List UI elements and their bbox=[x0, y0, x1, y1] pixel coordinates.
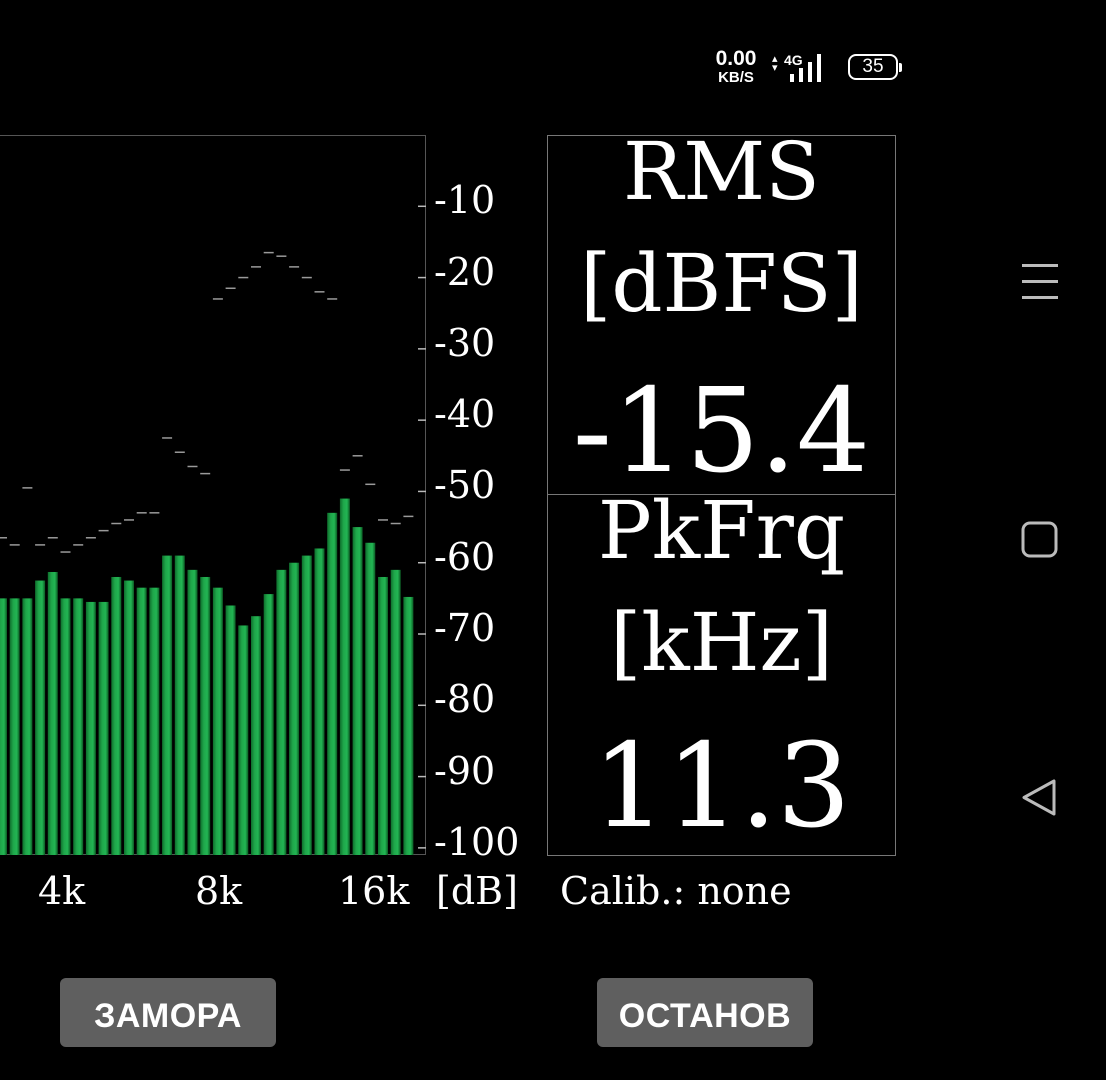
spectrum-bar bbox=[149, 587, 160, 855]
status-bar: 0.00 KB/S ▴ ▾ 4G 35 bbox=[700, 48, 920, 94]
spectrum-bar bbox=[225, 605, 236, 855]
pkfrq-value: 11.3 bbox=[592, 719, 851, 854]
spectrum-bar bbox=[47, 571, 58, 855]
spectrum-bar bbox=[314, 548, 325, 855]
network-speed: 0.00 KB/S bbox=[715, 47, 757, 86]
rms-readout: RMS [dBFS] -15.4 bbox=[547, 128, 896, 499]
spectrum-bar bbox=[9, 598, 20, 855]
x-tick-16k: 16k bbox=[338, 869, 410, 913]
spectrum-bars bbox=[0, 205, 426, 855]
spectrum-bar bbox=[22, 598, 33, 855]
x-tick-4k: 4k bbox=[38, 869, 86, 913]
spectrum-bar bbox=[124, 580, 134, 855]
home-icon[interactable] bbox=[1020, 520, 1060, 560]
y-tick-label: -50 bbox=[434, 463, 496, 508]
signal-strength-icon bbox=[790, 54, 821, 82]
rms-unit: [dBFS] bbox=[580, 237, 863, 330]
spectrum-bar bbox=[212, 587, 223, 855]
rms-value: -15.4 bbox=[572, 364, 871, 499]
peak-frequency-readout: PkFrq [kHz] 11.3 bbox=[547, 487, 896, 856]
y-tick-label: -90 bbox=[434, 748, 496, 793]
spectrum-bar bbox=[289, 562, 300, 855]
back-icon[interactable] bbox=[1020, 778, 1060, 818]
spectrum-bar bbox=[327, 512, 338, 855]
spectrum-bar bbox=[200, 576, 211, 855]
rms-label: RMS bbox=[623, 125, 820, 218]
x-tick-8k: 8k bbox=[195, 869, 243, 913]
spectrum-bar bbox=[365, 542, 376, 855]
y-tick-label: -70 bbox=[434, 606, 496, 650]
y-tick-label: -40 bbox=[434, 392, 496, 437]
freeze-button[interactable]: ЗАМОРА bbox=[60, 978, 276, 1047]
y-tick-label: -20 bbox=[434, 249, 496, 294]
spectrum-bar bbox=[339, 498, 350, 855]
spectrum-bar bbox=[174, 555, 185, 855]
stop-button[interactable]: ОСТАНОВ bbox=[597, 978, 813, 1047]
spectrum-bar bbox=[378, 576, 388, 855]
y-tick-label: -30 bbox=[434, 320, 496, 365]
battery-level: 35 bbox=[862, 56, 884, 77]
spectrum-bar bbox=[238, 625, 249, 855]
y-tick-label: -10 bbox=[434, 178, 496, 223]
pkfrq-unit: [kHz] bbox=[610, 596, 833, 689]
y-tick-label: -100 bbox=[434, 819, 520, 864]
y-tick-label: -60 bbox=[434, 534, 496, 579]
y-axis-unit: [dB] bbox=[436, 869, 518, 913]
spectrum-bar bbox=[403, 596, 414, 855]
battery-icon: 35 bbox=[848, 54, 902, 80]
spectrum-bar bbox=[136, 587, 147, 855]
spectrum-bar bbox=[251, 616, 261, 855]
calibration-status: Calib.: none bbox=[560, 869, 792, 913]
pkfrq-label: PkFrq bbox=[597, 484, 846, 577]
spectrum-bar bbox=[162, 555, 173, 855]
spectrum-bar bbox=[187, 569, 198, 855]
spectrum-bar bbox=[301, 555, 312, 855]
spectrum-bar bbox=[390, 569, 401, 855]
data-arrows-icon: ▴ ▾ bbox=[772, 52, 778, 74]
spectrum-bar bbox=[73, 598, 84, 855]
spectrum-bar bbox=[98, 601, 109, 855]
y-tick-label: -80 bbox=[434, 677, 496, 722]
spectrum-bar bbox=[85, 601, 96, 855]
spectrum-bar bbox=[35, 580, 46, 855]
spectrum-bar bbox=[352, 527, 363, 855]
spectrum-bar bbox=[276, 569, 287, 855]
menu-icon[interactable] bbox=[1020, 262, 1060, 302]
spectrum-bar bbox=[60, 598, 71, 855]
spectrum-bar bbox=[0, 598, 7, 855]
spectrum-bar bbox=[111, 576, 122, 855]
spectrum-bar bbox=[263, 594, 274, 855]
